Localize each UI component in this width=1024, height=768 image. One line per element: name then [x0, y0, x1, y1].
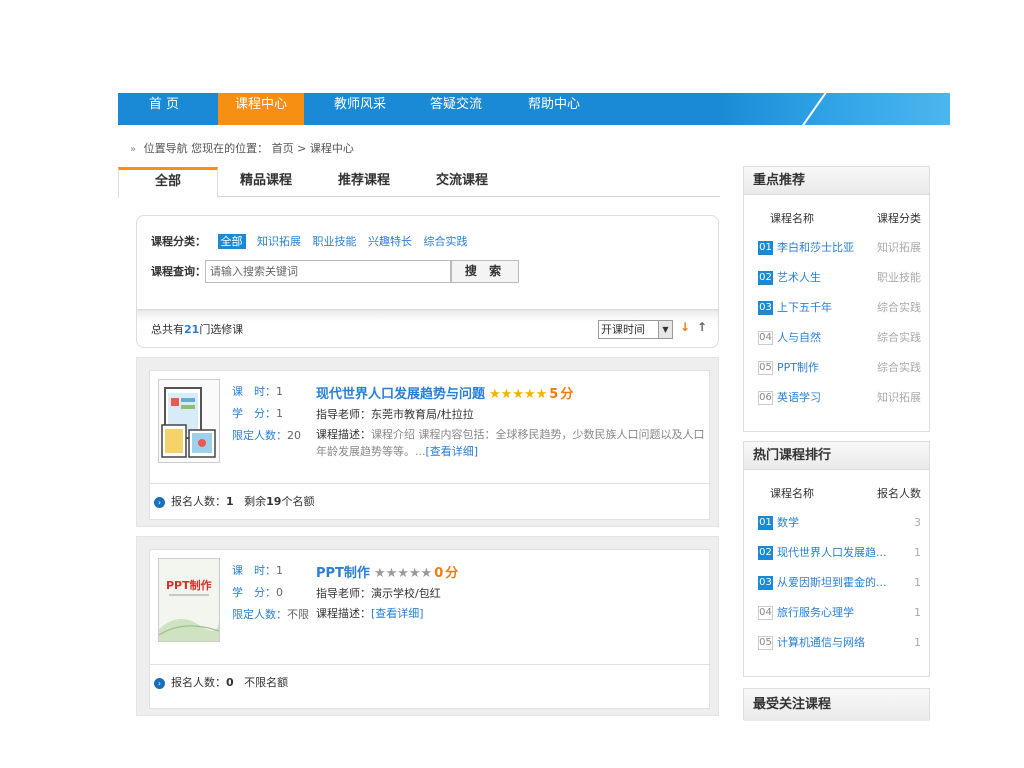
chevron-right-icon: ›	[154, 496, 165, 508]
chevron-down-icon: ▼	[658, 321, 672, 338]
breadcrumb-label: 位置导航 您现在的位置：	[143, 142, 269, 155]
course-card: PPT制作 课 时：1 学 分：0 限定人数：不限 PPT制作 ★★★★★ 0 分 指…	[136, 536, 719, 716]
course-enroll-info: › 报名人数：1 剩余19个名额	[150, 483, 711, 519]
course-credit: 学 分：1	[232, 407, 283, 420]
hot-course-row[interactable]: 03 从爱因斯坦到霍金的... 1	[744, 568, 929, 598]
hot-course-row[interactable]: 02 现代世界人口发展趋... 1	[744, 538, 929, 568]
category-vocational[interactable]: 职业技能	[313, 235, 357, 248]
breadcrumb-sep: >	[297, 142, 307, 155]
tab-recommended[interactable]: 推荐课程	[314, 167, 414, 197]
hot-course-row[interactable]: 05 计算机通信与网络 1	[744, 628, 929, 658]
course-enroll-info: › 报名人数：0 不限名额	[150, 664, 711, 700]
nav-decor-gradient	[718, 93, 950, 125]
rating-stars-icon: ★★★★★	[373, 566, 433, 581]
featured-title: 重点推荐	[744, 167, 929, 195]
course-tabs: 全部 精品课程 推荐课程 交流课程	[118, 167, 720, 198]
course-title[interactable]: 现代世界人口发展趋势与问题 ★★★★★ 5 分	[316, 383, 573, 402]
nav-item-course-center[interactable]: 课程中心	[218, 93, 304, 125]
featured-row[interactable]: 04 人与自然 综合实践	[744, 323, 929, 353]
course-limit: 限定人数：不限	[232, 608, 309, 621]
summary-bar: 总共有21门选修课 开课时间 ▼ ↓ ↑	[136, 310, 719, 348]
course-teacher: 指导老师：东莞市教育局/杜拉拉	[316, 408, 474, 421]
rating-stars-icon: ★★★★★	[489, 387, 548, 402]
featured-row[interactable]: 03 上下五千年 综合实践	[744, 293, 929, 323]
hot-courses-title: 热门课程排行	[744, 442, 929, 470]
course-hours: 课 时：1	[232, 385, 283, 398]
breadcrumb: » 位置导航 您现在的位置： 首页 > 课程中心	[130, 140, 354, 156]
course-teacher: 指导老师：演示学校/包红	[316, 587, 441, 600]
breadcrumb-arrow-icon: »	[130, 144, 137, 155]
featured-row[interactable]: 05 PPT制作 综合实践	[744, 353, 929, 383]
category-label: 课程分类：	[151, 235, 206, 248]
course-description: 课程描述：课程介绍 课程内容包括：全球移民趋势，少数民族人口问题以及人口年龄发展…	[316, 428, 705, 458]
course-card: 课 时：1 学 分：1 限定人数：20 现代世界人口发展趋势与问题 ★★★★★ 5 分…	[136, 357, 719, 527]
course-thumbnail[interactable]: PPT制作	[158, 558, 220, 642]
featured-columns: 课程名称 课程分类	[770, 212, 921, 225]
chevron-right-icon: ›	[154, 677, 165, 689]
sort-desc-icon[interactable]: ↓	[680, 320, 690, 334]
course-limit: 限定人数：20	[232, 429, 301, 442]
category-knowledge[interactable]: 知识拓展	[257, 235, 301, 248]
most-followed-title: 最受关注课程	[744, 689, 929, 721]
tab-premium[interactable]: 精品课程	[218, 167, 314, 197]
course-hours: 课 时：1	[232, 564, 283, 577]
nav-item-qa[interactable]: 答疑交流	[410, 93, 502, 125]
sort-select[interactable]: 开课时间 ▼	[598, 320, 673, 339]
most-followed-panel: 最受关注课程	[743, 688, 930, 721]
course-thumbnail[interactable]	[158, 379, 220, 463]
query-label: 课程查询：	[151, 265, 206, 278]
breadcrumb-current: 课程中心	[309, 142, 354, 155]
hot-courses-panel: 热门课程排行 课程名称 报名人数 01 数学 3 02 现代世界人口发展趋... …	[743, 441, 930, 677]
hot-course-row[interactable]: 01 数学 3	[744, 508, 929, 538]
featured-row[interactable]: 02 艺术人生 职业技能	[744, 263, 929, 293]
search-button[interactable]: 搜 索	[451, 260, 519, 283]
breadcrumb-home-link[interactable]: 首页	[272, 142, 294, 155]
search-input[interactable]: 请输入搜索关键词	[205, 260, 451, 283]
nav-item-teachers[interactable]: 教师风采	[314, 93, 406, 125]
featured-row[interactable]: 01 李白和莎士比亚 知识拓展	[744, 233, 929, 263]
hot-courses-columns: 课程名称 报名人数	[770, 487, 921, 500]
filter-panel: 课程分类： 全部 知识拓展 职业技能 兴趣特长 综合实践 课程查询： 请输入搜索…	[136, 215, 719, 310]
category-all[interactable]: 全部	[217, 234, 246, 249]
tab-all[interactable]: 全部	[118, 167, 218, 198]
nav-item-home[interactable]: 首 页	[118, 93, 210, 125]
category-interest[interactable]: 兴趣特长	[368, 235, 412, 248]
featured-panel: 重点推荐 课程名称 课程分类 01 李白和莎士比亚 知识拓展 02 艺术人生 职业…	[743, 166, 930, 432]
hot-course-row[interactable]: 04 旅行服务心理学 1	[744, 598, 929, 628]
course-title[interactable]: PPT制作 ★★★★★ 0 分	[316, 562, 458, 581]
view-details-link[interactable]: [查看详细]	[371, 607, 424, 620]
view-details-link[interactable]: [查看详细]	[426, 445, 479, 458]
top-nav: 首 页 课程中心 教师风采 答疑交流 帮助中心	[118, 92, 950, 130]
nav-item-help[interactable]: 帮助中心	[508, 93, 600, 125]
course-count: 总共有21门选修课	[151, 323, 244, 336]
course-credit: 学 分：0	[232, 586, 283, 599]
course-description: 课程描述：[查看详细]	[316, 607, 424, 620]
featured-row[interactable]: 06 英语学习 知识拓展	[744, 383, 929, 413]
tab-exchange[interactable]: 交流课程	[414, 167, 510, 197]
svg-text:PPT制作: PPT制作	[166, 578, 212, 592]
category-row: 课程分类： 全部 知识拓展 职业技能 兴趣特长 综合实践	[151, 233, 468, 249]
query-row: 课程查询：	[151, 263, 206, 279]
category-practice[interactable]: 综合实践	[424, 235, 468, 248]
sort-asc-icon[interactable]: ↑	[697, 320, 707, 334]
